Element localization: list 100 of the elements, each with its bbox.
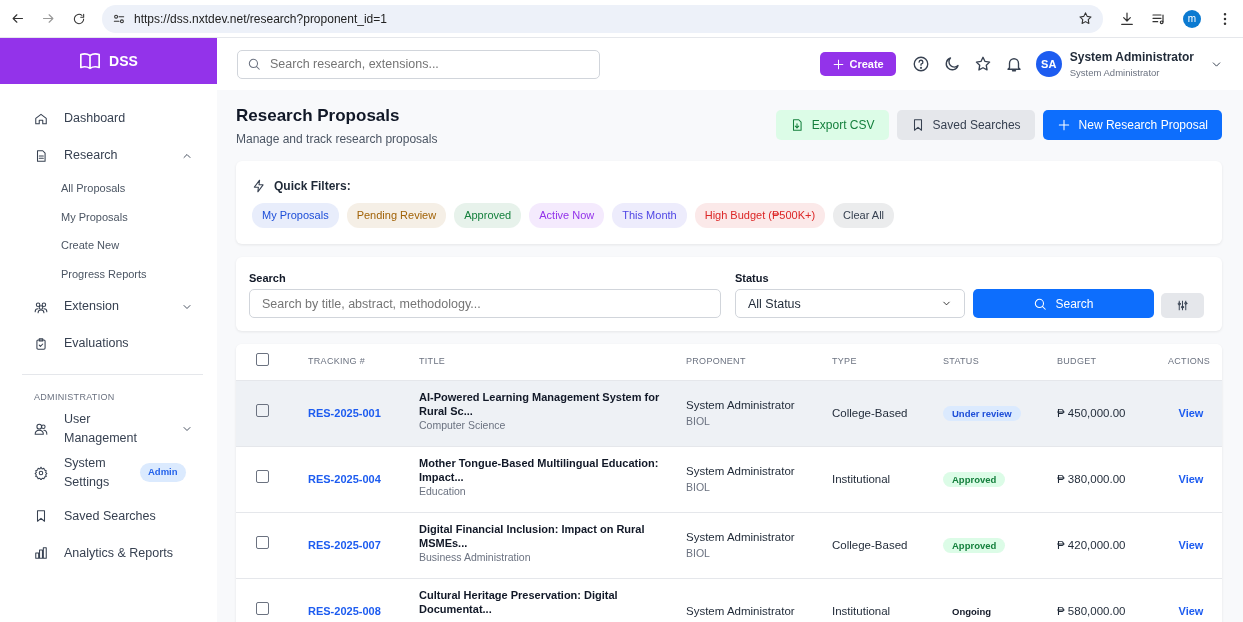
lightning-icon <box>252 179 266 194</box>
status-badge: Approved <box>943 537 1006 553</box>
department-text: Education <box>419 484 467 500</box>
type-text: Institutional <box>832 472 891 485</box>
document-icon <box>34 148 48 163</box>
type-text: College-Based <box>832 406 908 419</box>
help-icon[interactable] <box>911 55 930 73</box>
tracking-link[interactable]: RES-2025-001 <box>308 406 381 419</box>
view-link[interactable]: View <box>1178 604 1204 617</box>
budget-text: ₱ 420,000.00 <box>1057 538 1126 551</box>
unit-text: BIOL <box>686 414 711 430</box>
filter-chip[interactable]: Approved <box>454 203 522 228</box>
download-icon[interactable] <box>1119 10 1135 27</box>
tracking-link[interactable]: RES-2025-007 <box>308 538 381 551</box>
notification-icon[interactable] <box>1004 55 1023 73</box>
row-checkbox[interactable] <box>256 536 269 550</box>
table-row[interactable]: RES-2025-008 Cultural Heritage Preservation: Digital Documentat... System Administrator Institutional Ongoing ₱ 580,000.00 View <box>236 578 1222 622</box>
filter-settings-button[interactable] <box>1161 293 1204 319</box>
filter-chip[interactable]: This Month <box>612 203 687 228</box>
bookmark-star-icon[interactable] <box>1078 11 1093 26</box>
nav-item[interactable]: Research <box>0 137 217 174</box>
nav-subitem[interactable]: All Proposals <box>0 174 217 203</box>
proponent-name: System Administrator <box>686 463 796 479</box>
brand-name: DSS <box>109 51 138 71</box>
field-label: Search <box>249 270 287 286</box>
search-input[interactable]: Search by title, abstract, methodology... <box>249 289 721 319</box>
row-checkbox[interactable] <box>256 470 269 484</box>
nav-item[interactable]: Analytics & Reports <box>0 534 217 572</box>
status-badge: Under review <box>943 405 1021 421</box>
department-text: Computer Science <box>419 418 507 434</box>
row-checkbox[interactable] <box>256 602 269 616</box>
create-button[interactable]: Create <box>820 51 896 77</box>
nav-subitem[interactable]: Create New <box>0 231 217 260</box>
book-icon <box>79 50 102 72</box>
nav-item[interactable]: Saved Searches <box>0 497 217 535</box>
view-link[interactable]: View <box>1178 472 1204 485</box>
new-proposal-button[interactable]: New Research Proposal <box>1042 110 1222 140</box>
profile-avatar[interactable]: m <box>1183 9 1201 28</box>
view-link[interactable]: View <box>1178 406 1204 419</box>
proposal-title: Cultural Heritage Preservation: Digital Documentat... <box>419 587 619 617</box>
column-header: TYPE <box>824 344 935 381</box>
favorites-icon[interactable] <box>973 55 992 73</box>
search-button[interactable]: Search <box>973 289 1154 319</box>
search-icon <box>247 56 261 71</box>
select-all-checkbox[interactable] <box>256 353 269 367</box>
user-avatar[interactable]: SA <box>1035 51 1062 77</box>
nav-subitem[interactable]: Progress Reports <box>0 259 217 288</box>
nav-item[interactable]: Extension <box>0 288 217 325</box>
column-header: ACTIONS <box>1160 344 1222 381</box>
proponent-name: System Administrator <box>686 603 796 619</box>
filter-chip[interactable]: Pending Review <box>346 203 447 228</box>
unit-text: BIOL <box>686 546 711 562</box>
table-row[interactable]: RES-2025-001 AI-Powered Learning Management System for Rural Sc... Computer Science System Administrator BIOL College-Based Under review ₱ 450,000.00 View <box>236 380 1222 447</box>
column-header: TITLE <box>411 344 678 381</box>
filter-chip[interactable]: Clear All <box>833 203 895 228</box>
filter-chip[interactable]: High Budget (₱500K+) <box>694 203 826 228</box>
status-badge: Approved <box>943 471 1006 487</box>
proposal-title: Mother Tongue-Based Multilingual Education: Impact... <box>419 455 660 485</box>
bookmark-icon <box>34 509 48 523</box>
forward-icon[interactable] <box>41 11 56 26</box>
status-select[interactable]: All Status <box>735 289 965 319</box>
view-link[interactable]: View <box>1178 538 1204 551</box>
role-badge: Admin <box>140 463 186 482</box>
nav-item[interactable]: User Management <box>0 410 217 448</box>
search-icon <box>1033 296 1048 311</box>
plus-icon <box>1056 118 1071 132</box>
table-row[interactable]: RES-2025-004 Mother Tongue-Based Multilingual Education: Impact... Education System Administrator BIOL Institutional Approved ₱ 380,000.00 View <box>236 446 1222 513</box>
address-bar[interactable]: https://dss.nxtdev.net/research?proponent_id=1 <box>102 4 1103 33</box>
nav-item[interactable]: Dashboard <box>0 100 217 137</box>
back-icon[interactable] <box>10 11 25 26</box>
proposal-title: AI-Powered Learning Management System for Rural Sc... <box>419 389 661 419</box>
settings-icon <box>34 465 48 480</box>
filter-chip[interactable]: My Proposals <box>252 203 339 228</box>
saved-searches-button[interactable]: Saved Searches <box>896 110 1035 140</box>
home-icon <box>34 111 48 126</box>
url-text: https://dss.nxtdev.net/research?proponent_id=1 <box>134 10 388 28</box>
reload-icon[interactable] <box>72 11 86 26</box>
filter-chip[interactable]: Active Now <box>529 203 605 228</box>
tracking-link[interactable]: RES-2025-008 <box>308 604 381 617</box>
column-header: BUDGET <box>1049 344 1160 381</box>
table-row[interactable]: RES-2025-007 Digital Financial Inclusion: Impact on Rural MSMEs... Business Administration System Administrator BIOL College-Based Approved ₱ 420,000.00 View <box>236 512 1222 579</box>
clipboard-icon <box>34 336 48 351</box>
section-heading: ADMINISTRATION <box>22 374 203 411</box>
row-checkbox[interactable] <box>256 404 269 418</box>
type-text: College-Based <box>832 538 908 551</box>
search-field[interactable]: Search research, extensions... <box>237 49 600 79</box>
filters-title: Quick Filters: <box>274 178 351 196</box>
tracking-link[interactable]: RES-2025-004 <box>308 472 381 485</box>
proponent-name: System Administrator <box>686 529 796 545</box>
nav-item[interactable]: System Settings Admin <box>0 447 217 498</box>
column-header: STATUS <box>935 344 1049 381</box>
bar-chart-icon <box>34 546 48 560</box>
field-label: Status <box>735 270 770 286</box>
page-subtitle: Manage and track research proposals <box>236 131 438 149</box>
nav-item[interactable]: Evaluations <box>0 325 217 362</box>
type-text: Institutional <box>832 604 891 617</box>
page-title: Research Proposals <box>236 106 401 127</box>
export-button[interactable]: Export CSV <box>775 110 889 140</box>
proponent-name: System Administrator <box>686 397 796 413</box>
nav-subitem[interactable]: My Proposals <box>0 202 217 231</box>
